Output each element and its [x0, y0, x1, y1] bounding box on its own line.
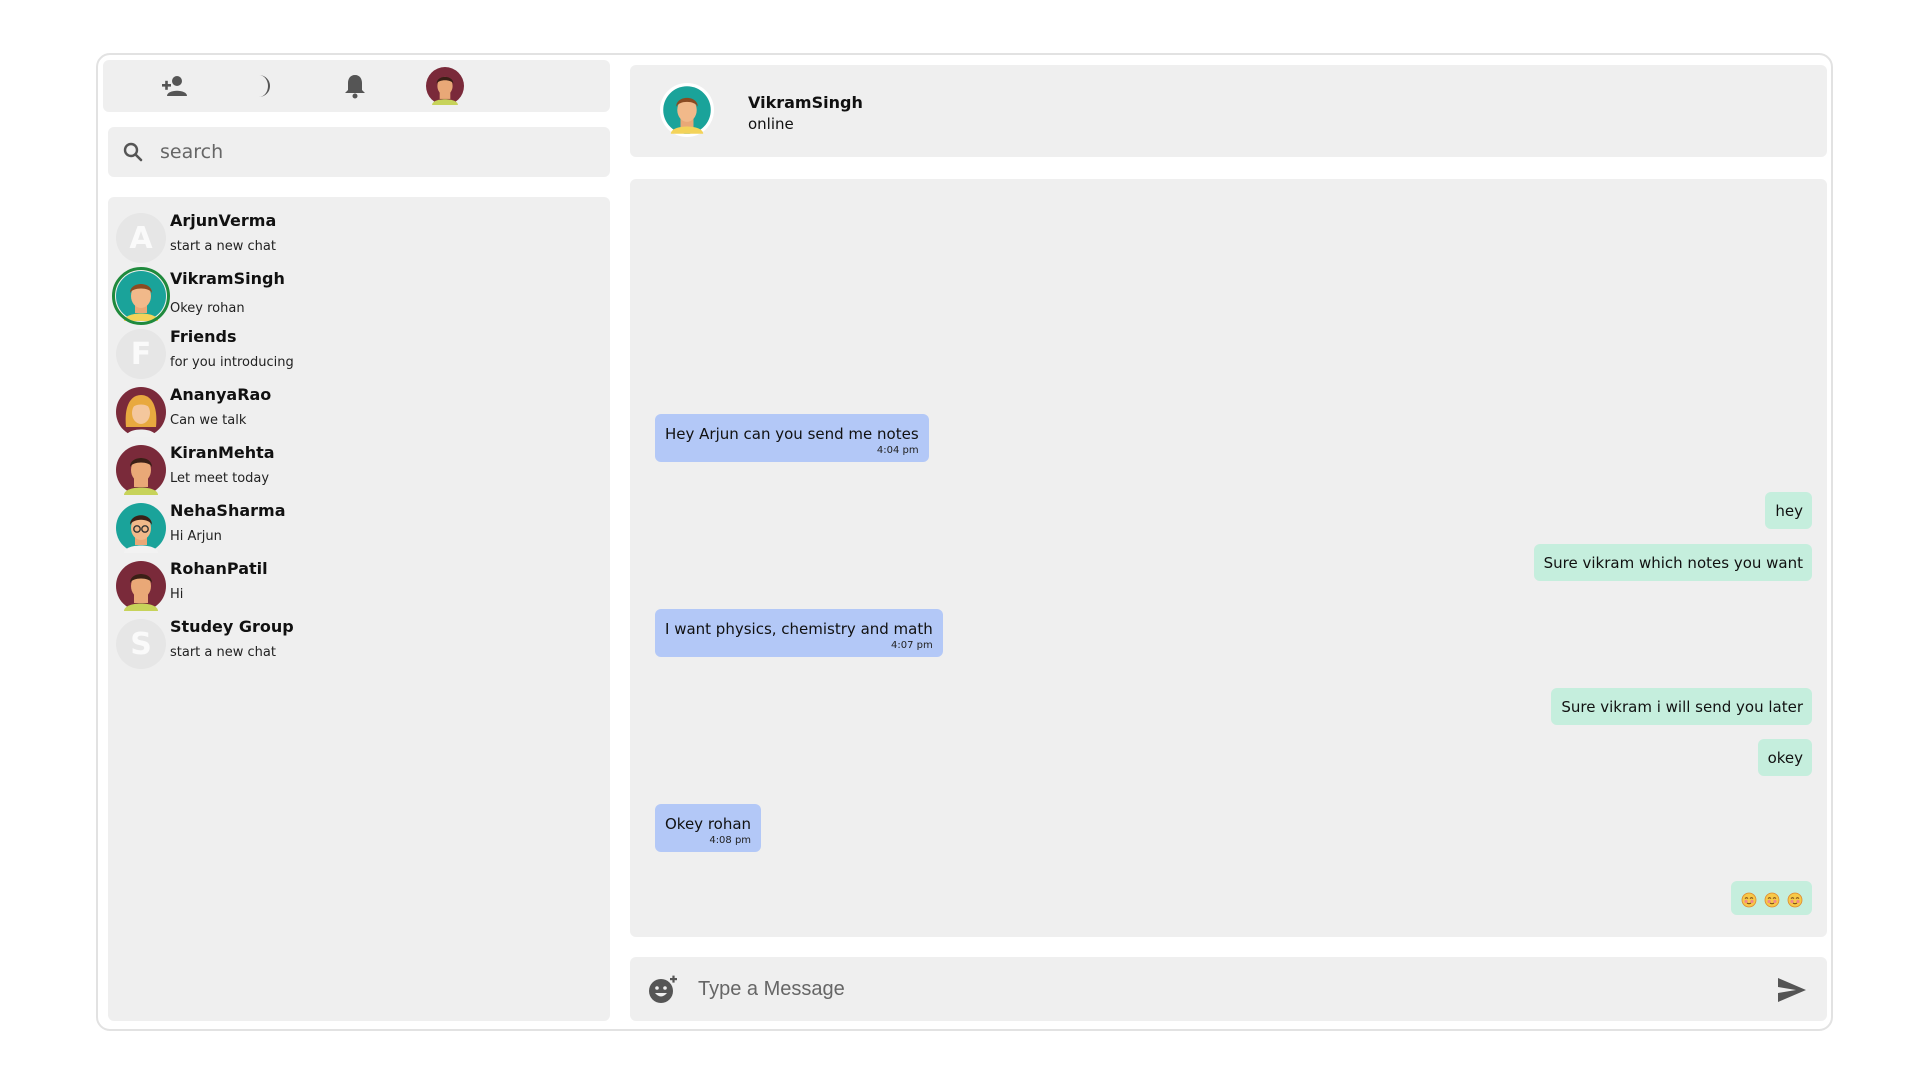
teal-glasses-avatar [116, 503, 166, 553]
avatar [112, 267, 170, 325]
contact-last-message: Hi Arjun [170, 529, 222, 544]
contact-name: AnanyaRao [170, 385, 272, 404]
send-button[interactable] [1776, 975, 1808, 1005]
avatar [116, 561, 166, 611]
blushing-face-icon [1764, 892, 1780, 907]
active-indicator [112, 267, 170, 325]
letter-avatar: F [116, 329, 166, 379]
message-time: 4:07 pm [891, 640, 933, 651]
chat-header-avatar[interactable] [660, 83, 714, 137]
contact-item[interactable]: RohanPatil Hi [108, 553, 610, 619]
blushing-face-icon [1742, 892, 1757, 907]
message-text: Hey Arjun can you send me notes [665, 425, 919, 443]
message-text: Sure vikram i will send you later [1561, 698, 1803, 716]
chat-contact-status: online [748, 115, 794, 133]
message-time: 4:04 pm [876, 445, 919, 456]
contact-last-message: Let meet today [170, 471, 270, 486]
message-time: 4:08 pm [709, 835, 752, 846]
contact-item[interactable]: KiranMehta Let meet today [108, 437, 610, 503]
message-bubble-incoming: I want physics, chemistry and math 4:07 … [655, 609, 943, 657]
search-bar [108, 127, 610, 177]
message-bubble-outgoing [1731, 881, 1812, 915]
add-contact-button[interactable] [155, 67, 195, 105]
contact-last-message: start a new chat [170, 239, 276, 254]
dark-mode-toggle[interactable] [245, 67, 285, 105]
contact-name: RohanPatil [170, 559, 268, 578]
teal-man-avatar [660, 83, 714, 137]
search-icon [123, 142, 143, 162]
letter-avatar: S [116, 619, 166, 669]
moon-icon [259, 75, 270, 97]
maroon-man-avatar [116, 561, 166, 611]
contact-item[interactable]: AnanyaRao Can we talk [108, 379, 610, 445]
contact-item[interactable]: A ArjunVerma start a new chat [108, 205, 610, 271]
bell-icon [345, 75, 365, 99]
contact-last-message: for you introducing [170, 355, 294, 370]
add-emoji-icon [649, 975, 677, 1003]
avatar [116, 387, 166, 437]
chat-contact-name: VikramSingh [748, 93, 863, 112]
message-area: Hey Arjun can you send me notes 4:04 pm … [630, 179, 1827, 937]
message-bubble-outgoing: okey [1757, 739, 1812, 776]
contact-name: VikramSingh [170, 269, 285, 288]
contact-name: Studey Group [170, 617, 294, 636]
message-bubble-outgoing: Sure vikram which notes you want [1533, 544, 1812, 581]
add-person-icon [162, 76, 187, 96]
contact-item[interactable]: S Studey Group start a new chat [108, 611, 610, 677]
letter-avatar: A [116, 213, 166, 263]
message-text: Sure vikram which notes you want [1543, 554, 1803, 572]
message-text: hey [1775, 502, 1803, 520]
blushing-face-icon [1787, 892, 1803, 907]
chat-header: VikramSingh online [630, 65, 1827, 157]
contact-item[interactable]: F Friends for you introducing [108, 321, 610, 387]
avatar [116, 445, 166, 495]
blonde-woman-avatar [116, 387, 166, 437]
contact-list: A ArjunVerma start a new chat VikramSing… [108, 197, 610, 1021]
emoji-picker-button[interactable] [648, 975, 678, 1005]
contact-name: Friends [170, 327, 237, 346]
maroon-man-avatar [116, 445, 166, 495]
sidebar-toolbar [103, 60, 610, 112]
contact-last-message: start a new chat [170, 645, 276, 660]
contact-last-message: Okey rohan [170, 301, 245, 316]
message-text: okey [1767, 749, 1803, 767]
contact-item-active[interactable]: VikramSingh Okey rohan [108, 263, 610, 329]
profile-avatar [426, 67, 464, 105]
contact-name: ArjunVerma [170, 211, 277, 230]
message-bubble-outgoing: Sure vikram i will send you later [1551, 688, 1812, 725]
avatar: F [116, 329, 166, 379]
message-input[interactable] [698, 973, 1698, 1005]
message-composer [630, 957, 1827, 1021]
contact-item[interactable]: NehaSharma Hi Arjun [108, 495, 610, 561]
search-input[interactable] [160, 137, 590, 167]
contact-last-message: Hi [170, 587, 184, 602]
avatar [116, 503, 166, 553]
contact-name: NehaSharma [170, 501, 286, 520]
notifications-button[interactable] [335, 67, 375, 105]
contact-name: KiranMehta [170, 443, 275, 462]
message-bubble-outgoing: hey [1765, 492, 1812, 529]
send-icon [1778, 978, 1806, 1002]
contact-last-message: Can we talk [170, 413, 247, 428]
message-text: Okey rohan [665, 815, 752, 833]
avatar: S [116, 619, 166, 669]
message-text: I want physics, chemistry and math [665, 620, 933, 638]
profile-button[interactable] [425, 67, 465, 105]
avatar: A [116, 213, 166, 263]
message-bubble-incoming: Hey Arjun can you send me notes 4:04 pm [655, 414, 929, 462]
chat-app-window: A ArjunVerma start a new chat VikramSing… [96, 53, 1833, 1031]
message-bubble-incoming: Okey rohan 4:08 pm [655, 804, 762, 852]
